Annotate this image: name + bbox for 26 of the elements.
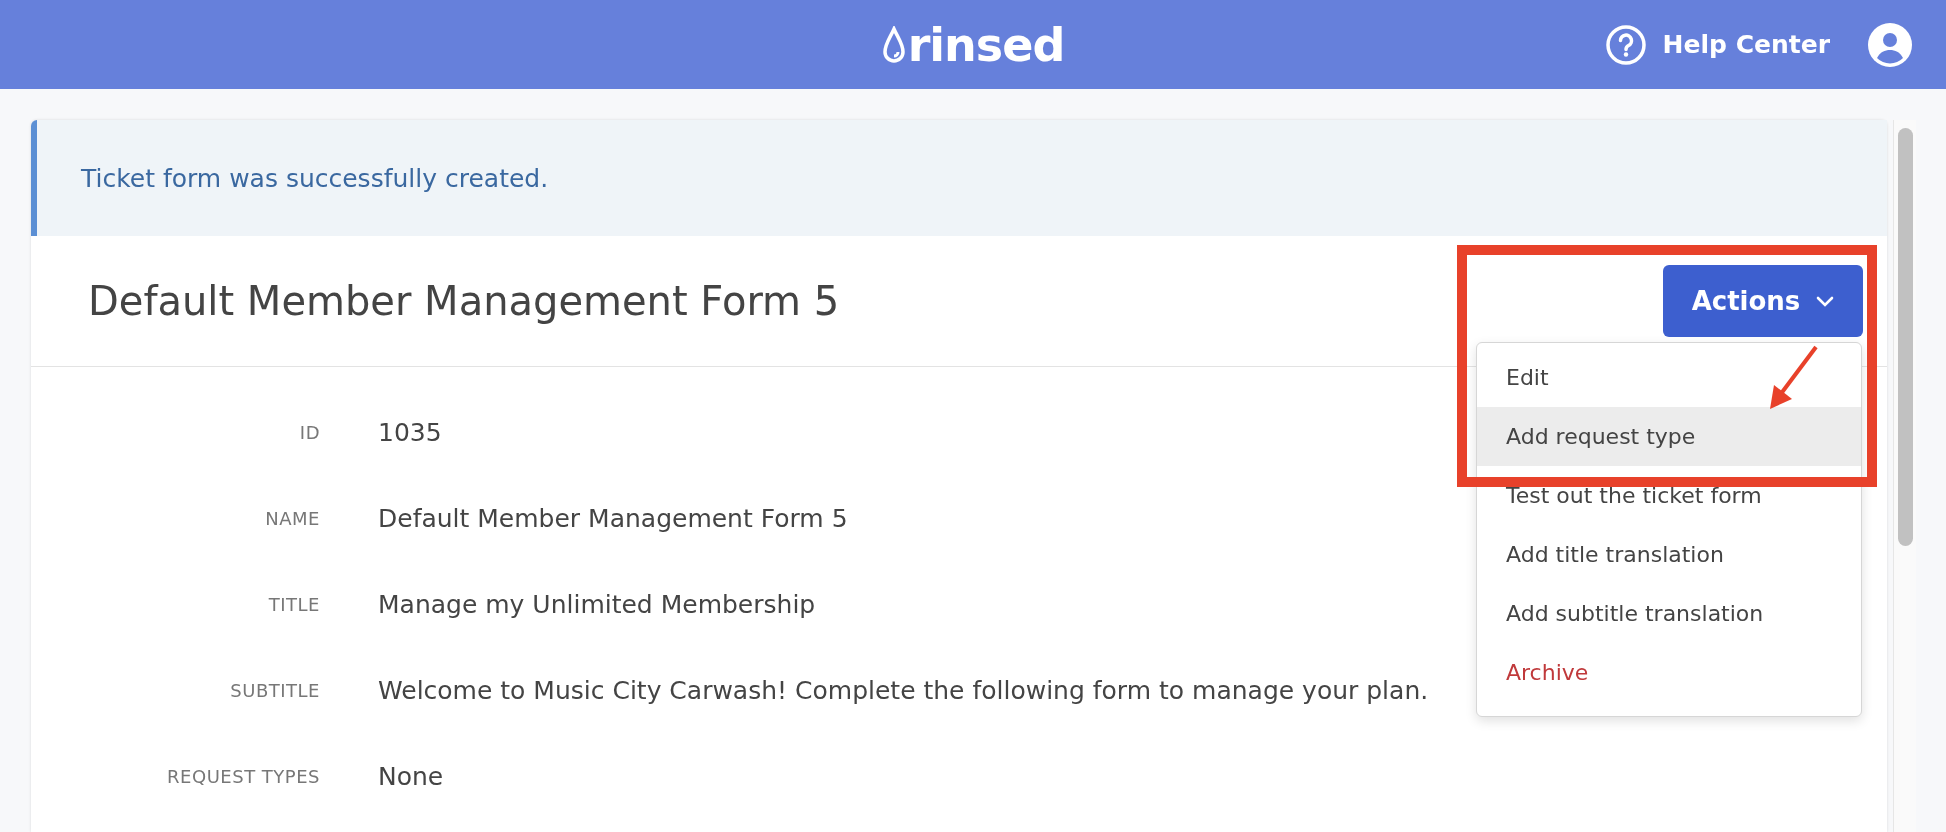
field-label: ID: [298, 421, 320, 443]
help-icon[interactable]: [1604, 23, 1647, 66]
user-avatar-icon[interactable]: [1868, 22, 1912, 67]
chevron-down-icon: [1816, 295, 1835, 307]
scrollbar[interactable]: [1893, 120, 1916, 832]
help-center-link[interactable]: Help Center: [1662, 30, 1830, 59]
actions-button[interactable]: Actions: [1663, 265, 1863, 337]
menu-item[interactable]: Add title translation: [1477, 525, 1861, 584]
field-value: Welcome to Music City Carwash! Complete the following form to manage your plan.: [378, 675, 1429, 705]
page-title: Default Member Management Form 5: [88, 278, 840, 324]
field-label: TITLE: [267, 593, 320, 615]
menu-item[interactable]: Add subtitle translation: [1477, 584, 1861, 643]
field-label: NAME: [264, 507, 320, 529]
field-value: Default Member Management Form 5: [378, 503, 848, 533]
logo[interactable]: rinsed: [907, 21, 1065, 68]
menu-item[interactable]: Archive: [1477, 643, 1861, 702]
field-value: Manage my Unlimited Membership: [378, 589, 816, 619]
scrollbar-thumb[interactable]: [1897, 128, 1913, 546]
alert-message: Ticket form was successfully created.: [81, 163, 549, 193]
menu-item[interactable]: Edit: [1477, 348, 1861, 407]
field-value: None: [378, 761, 444, 791]
field-label: REQUEST TYPES: [166, 765, 320, 787]
droplet-icon: [881, 25, 906, 64]
menu-item[interactable]: Add request type: [1477, 407, 1861, 466]
field-label: SUBTITLE: [229, 679, 320, 701]
field-value: 1035: [378, 417, 442, 447]
